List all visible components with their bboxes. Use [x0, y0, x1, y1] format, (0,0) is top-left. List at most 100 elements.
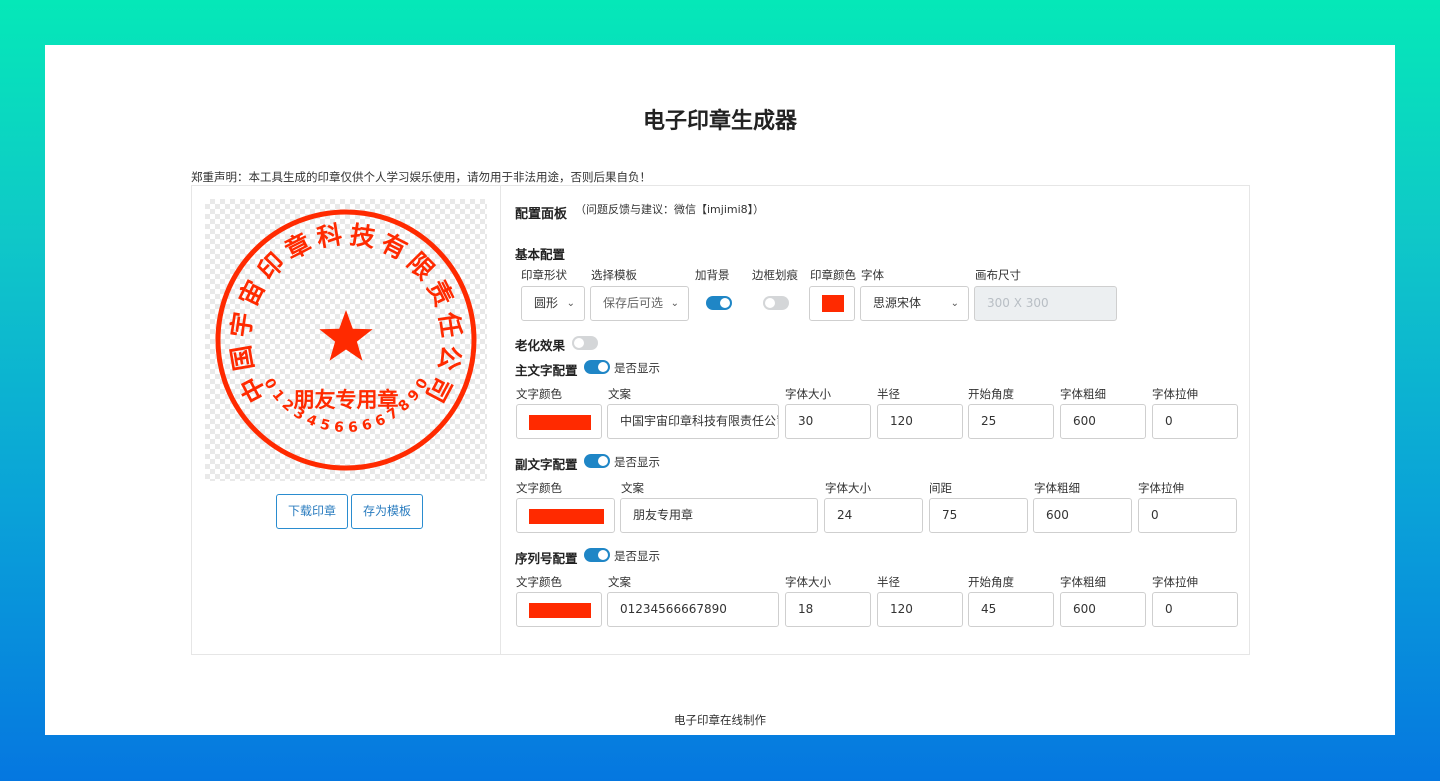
stamp-main-char: 任: [434, 309, 466, 339]
stamp-main-char: 印: [252, 247, 290, 285]
aging-label: 老化效果: [515, 338, 566, 353]
panel-title: 配置面板: [515, 207, 568, 222]
sub-stretch-label: 字体拉伸: [1138, 481, 1184, 495]
stamp-sub-text: 朋友专用章: [294, 388, 399, 412]
serial-stretch-label: 字体拉伸: [1152, 575, 1198, 589]
chevron-down-icon: ⌄: [670, 298, 679, 309]
serial-angle-input[interactable]: 45: [968, 592, 1054, 627]
serial-text-label: 文案: [608, 575, 631, 589]
main-text-input[interactable]: 中国宇宙印章科技有限责任公司: [607, 404, 779, 439]
download-stamp-button[interactable]: 下载印章: [276, 494, 349, 529]
chevron-down-icon: ⌄: [566, 298, 575, 309]
serial-text-input[interactable]: 01234566667890: [607, 592, 779, 627]
stamp-main-char: 宙: [233, 276, 270, 311]
serial-radius-label: 半径: [877, 575, 900, 589]
stamp-main-char: 宇: [226, 310, 258, 339]
main-color-label: 文字颜色: [516, 387, 562, 401]
sub-weight-input[interactable]: 600: [1033, 498, 1132, 533]
stamp-main-char: 限: [402, 247, 440, 285]
main-text-visible-label: 是否显示: [614, 361, 660, 375]
stamp-svg: 中国宇宙印章科技有限责任公司 01234 5 6 6 6 67890 朋友专用章: [215, 209, 477, 471]
serial-color-label: 文字颜色: [516, 575, 562, 589]
sub-spacing-label: 间距: [929, 481, 952, 495]
shape-label: 印章形状: [521, 268, 567, 282]
shape-select-value: 圆形: [534, 296, 559, 310]
footer-text: 电子印章在线制作: [674, 713, 766, 727]
border-scratch-label: 边框划痕: [752, 268, 798, 282]
save-template-button[interactable]: 存为模板: [351, 494, 424, 529]
font-label: 字体: [861, 268, 884, 282]
main-weight-input[interactable]: 600: [1060, 404, 1146, 439]
main-angle-input[interactable]: 25: [968, 404, 1054, 439]
serial-visible-toggle[interactable]: [584, 548, 610, 562]
stamp-serial-char: 6: [373, 412, 388, 431]
star-icon: [319, 310, 373, 361]
config-panel: 配置面板 （问题反馈与建议：微信【imjimi8】） 基本配置 印章形状 圆形 ⌄…: [515, 186, 1245, 654]
main-radius-input[interactable]: 120: [877, 404, 963, 439]
sub-text-heading: 副文字配置: [515, 457, 578, 472]
stamp-main-char: 有: [376, 228, 412, 265]
main-weight-label: 字体粗细: [1060, 387, 1106, 401]
main-text-heading: 主文字配置: [515, 363, 578, 378]
shape-select[interactable]: 圆形 ⌄: [521, 286, 585, 321]
canvas-size-label: 画布尺寸: [975, 268, 1021, 282]
serial-size-input[interactable]: 18: [785, 592, 871, 627]
stamp-preview: 中国宇宙印章科技有限责任公司 01234566667890 朋友专用章: [205, 199, 487, 481]
template-select[interactable]: 保存后可选 ⌄: [590, 286, 689, 321]
sub-size-label: 字体大小: [825, 481, 871, 495]
stamp-color-picker[interactable]: [809, 286, 855, 321]
stamp-main-char: 科: [315, 220, 344, 253]
panel-note: （问题反馈与建议：微信【imjimi8】）: [575, 203, 765, 216]
sub-weight-label: 字体粗细: [1034, 481, 1080, 495]
basic-config-heading: 基本配置: [515, 247, 566, 262]
main-radius-label: 半径: [877, 387, 900, 401]
stamp-color-label: 印章颜色: [810, 268, 856, 282]
template-label: 选择模板: [591, 268, 637, 282]
sub-color-label: 文字颜色: [516, 481, 562, 495]
main-stretch-input[interactable]: 0: [1152, 404, 1238, 439]
main-stretch-label: 字体拉伸: [1152, 387, 1198, 401]
page-title: 电子印章生成器: [642, 109, 797, 134]
main-color-picker[interactable]: [516, 404, 602, 439]
stamp-main-char: 责: [421, 276, 458, 311]
stamp-main-char: 技: [348, 220, 377, 253]
sub-text-input[interactable]: 朋友专用章: [620, 498, 818, 533]
stamp-serial-char: 5: [318, 416, 331, 434]
stamp-serial-char: 6: [360, 416, 373, 434]
sub-stretch-input[interactable]: 0: [1138, 498, 1237, 533]
chevron-down-icon: ⌄: [950, 298, 959, 309]
main-size-label: 字体大小: [785, 387, 831, 401]
serial-heading: 序列号配置: [515, 551, 578, 566]
disclaimer: 郑重声明：本工具生成的印章仅供个人学习娱乐使用，请勿用于非法用途，否则后果自负！: [191, 170, 651, 184]
main-size-input[interactable]: 30: [785, 404, 871, 439]
serial-angle-label: 开始角度: [968, 575, 1014, 589]
aging-toggle[interactable]: [572, 336, 598, 350]
preview-actions: 下载印章 存为模板: [276, 494, 424, 529]
sub-text-visible-toggle[interactable]: [584, 454, 610, 468]
sub-size-input[interactable]: 24: [824, 498, 923, 533]
background-toggle[interactable]: [706, 296, 732, 310]
generator-card: 中国宇宙印章科技有限责任公司 01234566667890 朋友专用章 下载印章…: [191, 185, 1250, 655]
stamp-main-char: 国: [226, 343, 259, 373]
sub-spacing-input[interactable]: 75: [929, 498, 1028, 533]
stamp-serial-char: 6: [348, 419, 359, 436]
sub-text-label: 文案: [621, 481, 644, 495]
serial-size-label: 字体大小: [785, 575, 831, 589]
sub-text-visible-label: 是否显示: [614, 455, 660, 469]
serial-weight-label: 字体粗细: [1060, 575, 1106, 589]
serial-color-picker[interactable]: [516, 592, 602, 627]
main-angle-label: 开始角度: [968, 387, 1014, 401]
serial-weight-input[interactable]: 600: [1060, 592, 1146, 627]
font-select[interactable]: 思源宋体 ⌄: [860, 286, 969, 321]
stamp-serial-char: 4: [304, 412, 319, 431]
serial-stretch-input[interactable]: 0: [1152, 592, 1238, 627]
serial-radius-input[interactable]: 120: [877, 592, 963, 627]
font-select-value: 思源宋体: [873, 296, 922, 310]
page: 电子印章生成器 郑重声明：本工具生成的印章仅供个人学习娱乐使用，请勿用于非法用途…: [45, 45, 1395, 735]
border-scratch-toggle[interactable]: [763, 296, 789, 310]
main-text-visible-toggle[interactable]: [584, 360, 610, 374]
serial-visible-label: 是否显示: [614, 549, 660, 563]
main-text-label: 文案: [608, 387, 631, 401]
template-select-value: 保存后可选: [603, 296, 664, 310]
sub-color-picker[interactable]: [516, 498, 615, 533]
